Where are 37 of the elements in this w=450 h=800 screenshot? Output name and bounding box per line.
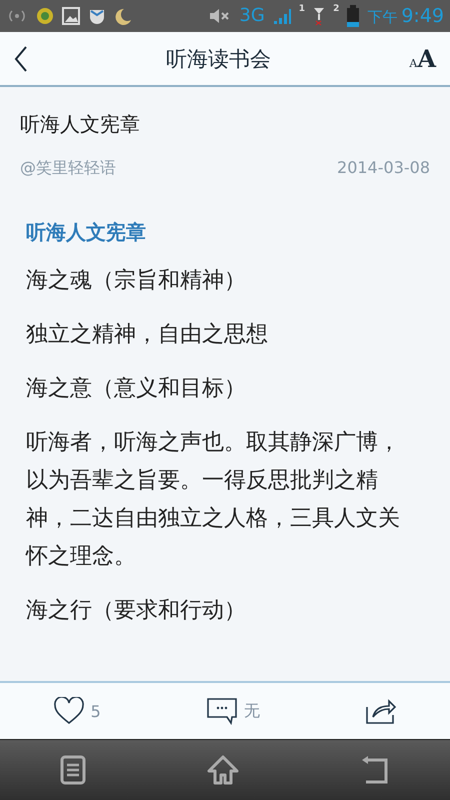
paragraph: 独立之精神，自由之思想 xyxy=(26,321,269,349)
publish-date: 2014-03-08 xyxy=(337,158,430,179)
paragraph: 海之魂（宗旨和精神） xyxy=(26,267,247,295)
paragraph: 海之行（要求和行动） xyxy=(26,597,247,625)
back-icon[interactable] xyxy=(14,46,28,72)
paragraph: 海之意（意义和目标） xyxy=(26,375,247,403)
like-button[interactable]: 5 xyxy=(52,697,101,725)
moon-icon xyxy=(114,7,132,25)
section-heading: 听海人文宪章 xyxy=(26,219,147,246)
menu-button[interactable] xyxy=(60,755,86,785)
comment-button[interactable]: 无 xyxy=(206,697,260,725)
return-icon xyxy=(360,754,390,786)
signal-icon xyxy=(272,7,291,25)
share-icon xyxy=(365,697,398,725)
menu-icon xyxy=(60,755,86,785)
article-title: 听海人文宪章 xyxy=(20,111,141,138)
home-icon xyxy=(206,754,240,786)
paragraph: 听海者，听海之声也。取其静深广博，以为吾辈之旨要。一得反思批判之精神，二达自由独立之人格，三具人文关怀之理念。 xyxy=(26,429,401,571)
sim-number: 2 xyxy=(333,4,340,14)
page-title: 听海读书会 xyxy=(165,46,272,72)
app-icon xyxy=(36,7,54,25)
network-type: 3G xyxy=(239,7,265,25)
comment-icon xyxy=(206,697,238,725)
image-icon xyxy=(62,7,80,25)
back-button[interactable] xyxy=(360,754,390,786)
shield-icon xyxy=(88,7,106,25)
antenna-icon xyxy=(313,6,326,26)
sim-number: 1 xyxy=(298,4,306,14)
author-name: @笑里轻轻语 xyxy=(20,158,116,179)
clock-time: 9:49 xyxy=(401,6,444,26)
share-button[interactable] xyxy=(365,697,398,725)
heart-icon xyxy=(52,697,85,725)
font-size-button[interactable]: AA xyxy=(409,44,436,73)
time-period: 下午 xyxy=(367,10,398,24)
mute-icon xyxy=(209,7,232,25)
battery-icon xyxy=(347,5,360,27)
home-button[interactable] xyxy=(206,754,240,786)
